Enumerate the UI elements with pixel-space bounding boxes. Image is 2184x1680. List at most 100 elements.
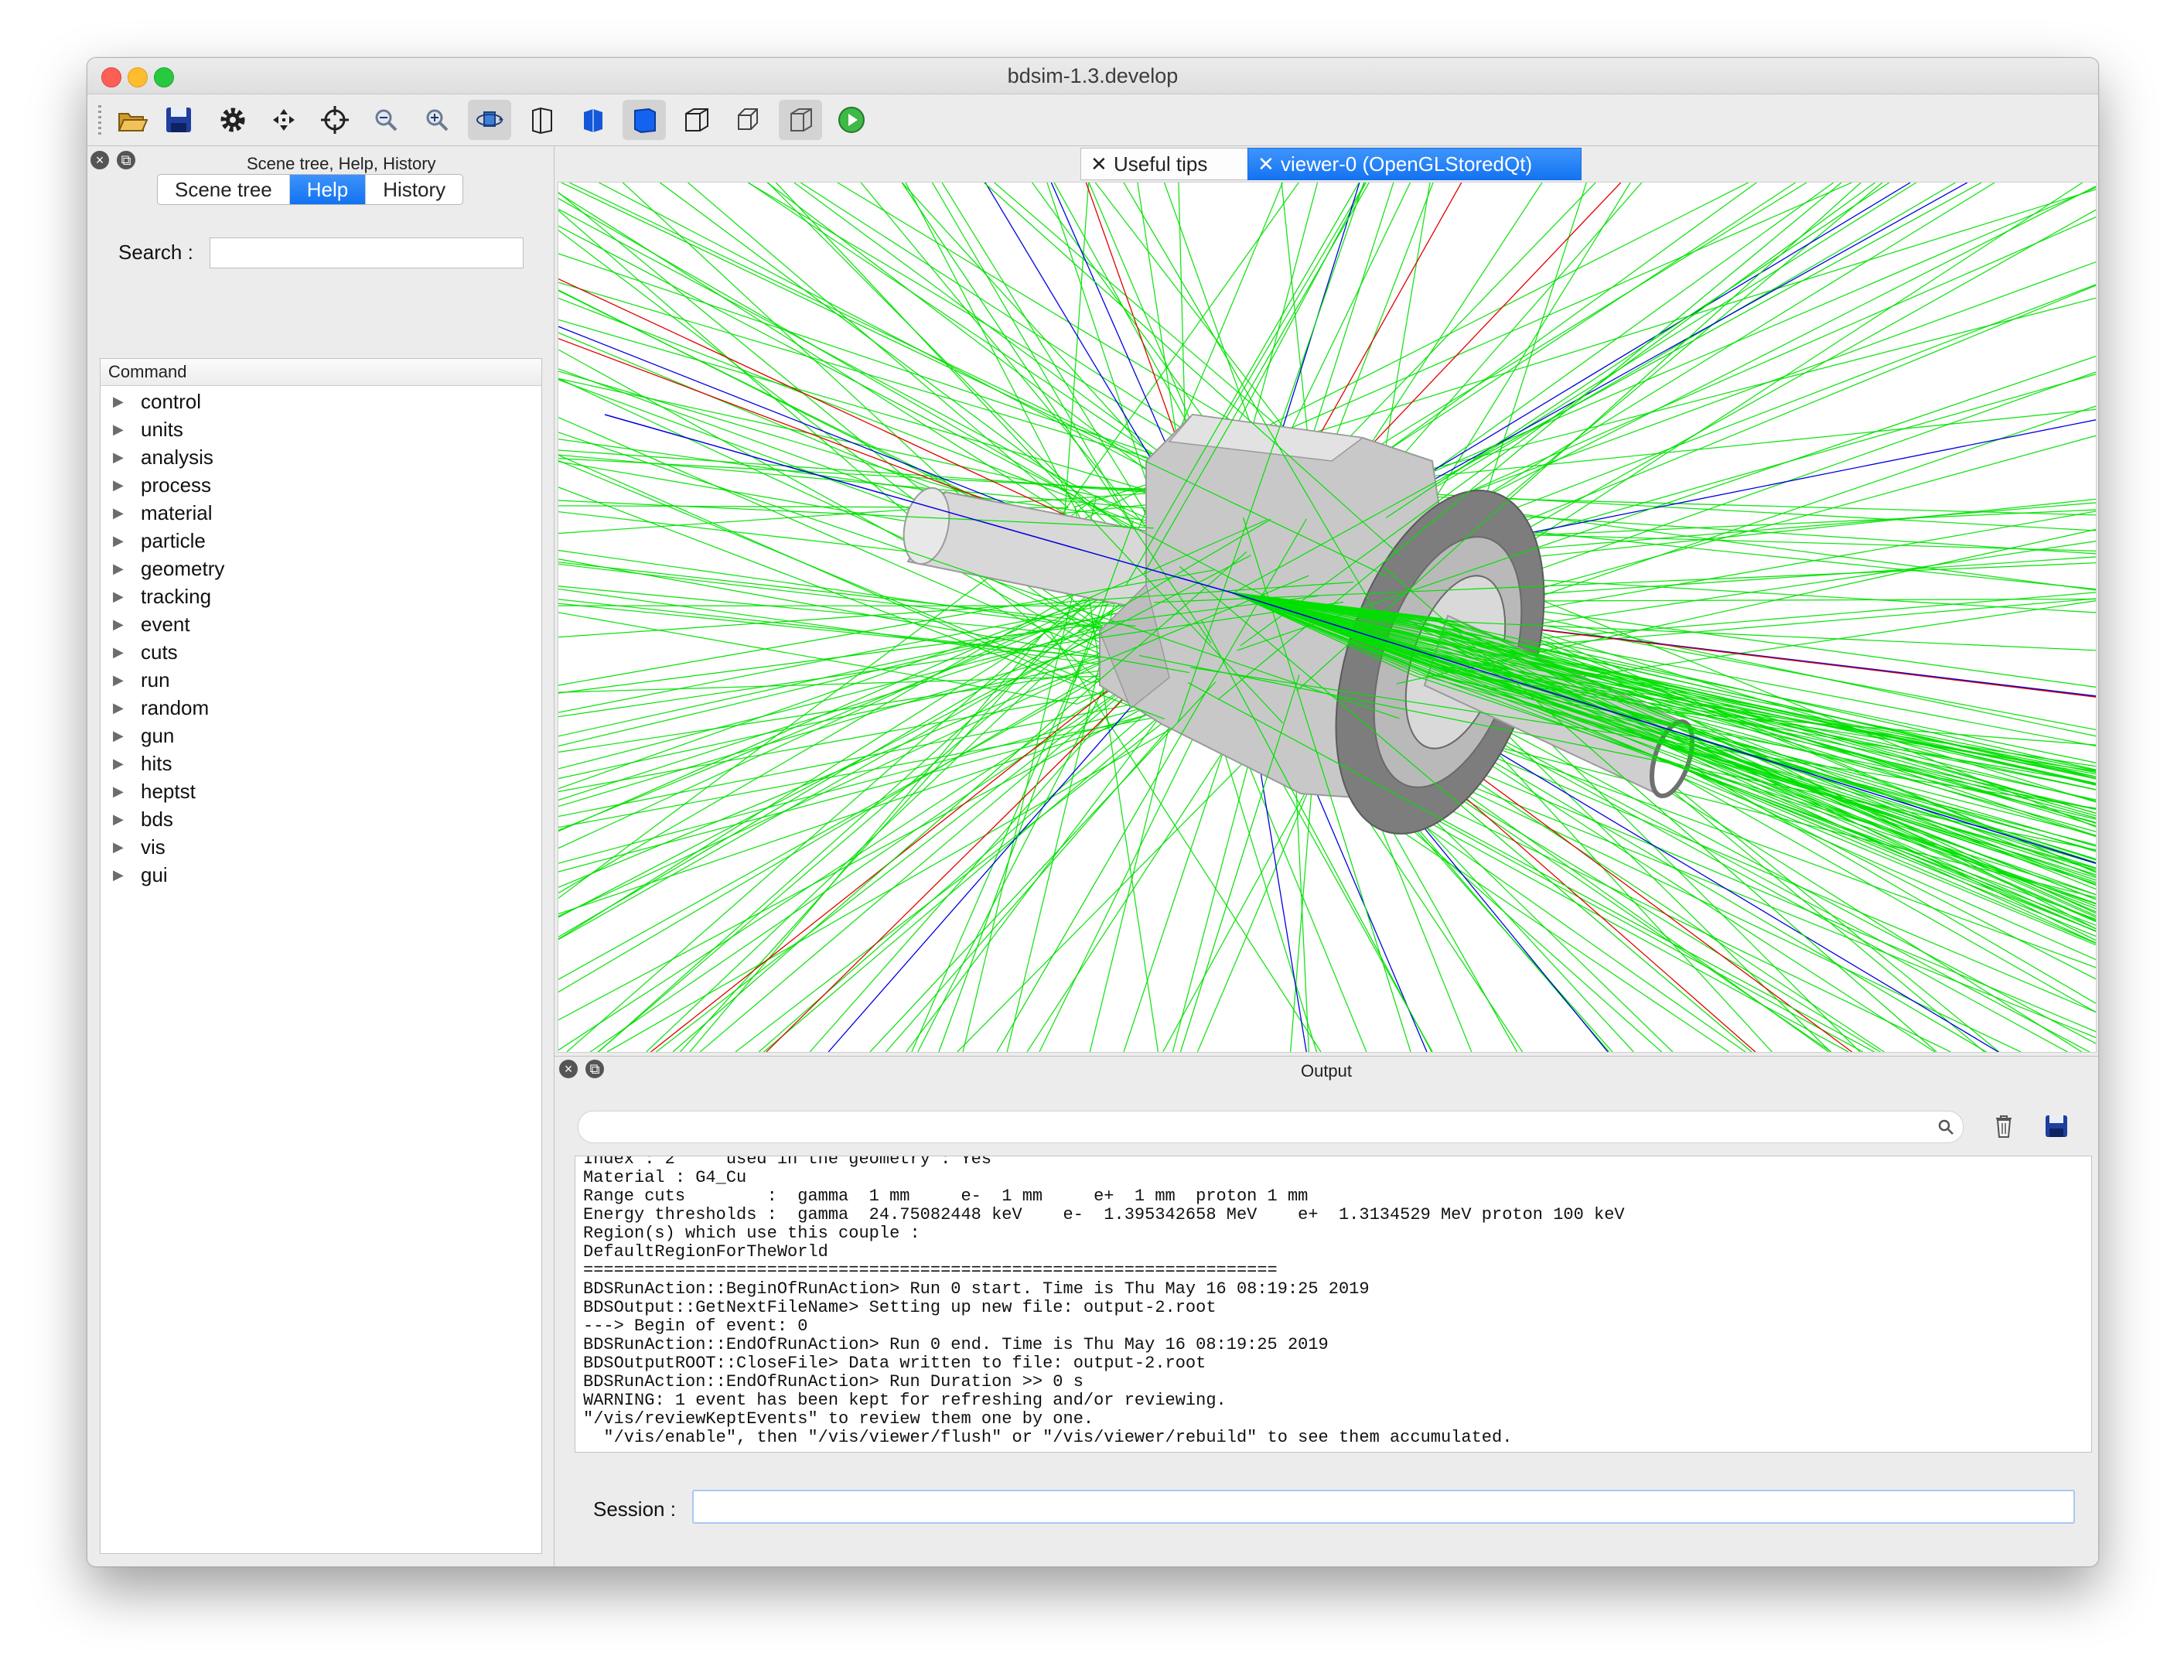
expand-arrow-icon[interactable]: ▶	[113, 388, 124, 415]
scene-tree-help-history-dock: × ⧉ Scene tree, Help, History Scene tree…	[87, 146, 555, 1566]
wireframe-icon	[532, 107, 552, 135]
settings-button[interactable]	[211, 100, 254, 140]
dock-title: Scene tree, Help, History	[247, 154, 436, 173]
tree-item-units[interactable]: ▶ units	[101, 415, 541, 443]
tree-item-geometry[interactable]: ▶ geometry	[101, 555, 541, 582]
log-line: BDSRunAction::BeginOfRunAction> Run 0 st…	[583, 1279, 1370, 1299]
search-input[interactable]	[210, 237, 524, 268]
tab-help[interactable]: Help	[289, 175, 367, 204]
tree-item-cuts[interactable]: ▶ cuts	[101, 638, 541, 666]
tab-viewer-0[interactable]: ✕ viewer-0 (OpenGLStoredQt)	[1247, 148, 1582, 180]
solid-button[interactable]	[572, 100, 615, 140]
move-button[interactable]	[262, 100, 305, 140]
toolbar	[87, 94, 2098, 146]
log-line: "/vis/enable", then "/vis/viewer/flush" …	[583, 1428, 1513, 1447]
expand-arrow-icon[interactable]: ▶	[113, 499, 124, 527]
log-line: BDSRunAction::EndOfRunAction> Run 0 end.…	[583, 1335, 1329, 1354]
gamma-track	[558, 628, 1049, 1052]
expand-arrow-icon[interactable]: ▶	[113, 638, 124, 666]
wireframe-button[interactable]	[520, 100, 564, 140]
expand-arrow-icon[interactable]: ▶	[113, 861, 124, 889]
target-button[interactable]	[313, 100, 357, 140]
gamma-track	[558, 518, 1271, 937]
gamma-track	[558, 183, 1188, 503]
clear-output-button[interactable]	[1987, 1109, 2021, 1143]
event-display-canvas[interactable]	[558, 183, 2096, 1052]
expand-arrow-icon[interactable]: ▶	[113, 527, 124, 555]
tab-history[interactable]: History	[366, 175, 462, 204]
expand-arrow-icon[interactable]: ▶	[113, 666, 124, 694]
expand-arrow-icon[interactable]: ▶	[113, 443, 124, 471]
expand-arrow-icon[interactable]: ▶	[113, 610, 124, 638]
save-icon	[166, 108, 191, 132]
log-line: DefaultRegionForTheWorld	[583, 1242, 828, 1262]
output-log[interactable]: Index : 2 used in the geometry : Yes Mat…	[575, 1156, 2092, 1453]
dock-float-icon[interactable]: ⧉	[117, 151, 135, 169]
opengl-viewer[interactable]	[558, 182, 2097, 1053]
tab-scene-tree[interactable]: Scene tree	[158, 175, 290, 204]
tree-item-analysis[interactable]: ▶ analysis	[101, 443, 541, 471]
run-button[interactable]	[830, 100, 873, 140]
gamma-track	[1296, 183, 1862, 691]
run-icon	[838, 107, 865, 133]
tree-item-hits[interactable]: ▶ hits	[101, 750, 541, 777]
rotate-button[interactable]	[468, 100, 511, 140]
tree-item-process[interactable]: ▶ process	[101, 471, 541, 499]
tree-item-material[interactable]: ▶ material	[101, 499, 541, 527]
tab-close-icon[interactable]: ✕	[1090, 149, 1107, 179]
save-output-button[interactable]	[2039, 1109, 2073, 1143]
perspective-button[interactable]	[675, 100, 718, 140]
save-button[interactable]	[157, 100, 200, 140]
output-filter-input[interactable]	[578, 1111, 1964, 1143]
expand-arrow-icon[interactable]: ▶	[113, 555, 124, 582]
expand-arrow-icon[interactable]: ▶	[113, 833, 124, 861]
tree-item-control[interactable]: ▶ control	[101, 388, 541, 415]
tree-item-run[interactable]: ▶ run	[101, 666, 541, 694]
tab-close-icon[interactable]: ✕	[1258, 149, 1275, 179]
tree-item-particle[interactable]: ▶ particle	[101, 527, 541, 555]
toolbar-grip[interactable]	[98, 105, 101, 135]
log-line: ========================================…	[583, 1261, 1278, 1280]
session-input[interactable]	[692, 1490, 2075, 1524]
zoom-in-button[interactable]	[415, 100, 459, 140]
tree-item-event[interactable]: ▶ event	[101, 610, 541, 638]
save-icon	[2046, 1115, 2067, 1137]
zoom-out-button[interactable]	[364, 100, 408, 140]
expand-arrow-icon[interactable]: ▶	[113, 694, 124, 722]
expand-arrow-icon[interactable]: ▶	[113, 415, 124, 443]
expand-arrow-icon[interactable]: ▶	[113, 471, 124, 499]
tree-item-tracking[interactable]: ▶ tracking	[101, 582, 541, 610]
hidden-line-icon	[790, 108, 812, 131]
output-title: Output	[1300, 1061, 1353, 1081]
tree-item-heptst[interactable]: ▶ heptst	[101, 777, 541, 805]
tree-item-bds[interactable]: ▶ bds	[101, 805, 541, 833]
primary-beam-track	[604, 414, 1232, 593]
settings-icon	[220, 108, 245, 132]
expand-arrow-icon[interactable]: ▶	[113, 805, 124, 833]
command-tree[interactable]: Command ▶ control ▶ units ▶ analysis ▶ proce…	[100, 358, 542, 1554]
orthographic-button[interactable]	[726, 100, 770, 140]
tree-item-vis[interactable]: ▶ vis	[101, 833, 541, 861]
viewer-tab-bar: ✕ Useful tips ✕ viewer-0 (OpenGLStoredQt)	[555, 146, 2098, 185]
log-line: BDSOutputROOT::CloseFile> Data written t…	[583, 1354, 1206, 1373]
zoom-in-icon	[426, 109, 449, 131]
solid-icon	[584, 109, 602, 132]
tree-item-gui[interactable]: ▶ gui	[101, 861, 541, 889]
expand-arrow-icon[interactable]: ▶	[113, 582, 124, 610]
open-button[interactable]	[111, 100, 154, 140]
expand-arrow-icon[interactable]: ▶	[113, 777, 124, 805]
dock-close-icon[interactable]: ×	[90, 151, 109, 169]
session-label: Session :	[593, 1497, 676, 1521]
move-icon	[273, 109, 295, 131]
log-line: Energy thresholds : gamma 24.75082448 ke…	[583, 1205, 1625, 1224]
hidden-line-button[interactable]	[779, 100, 822, 140]
expand-arrow-icon[interactable]: ▶	[113, 722, 124, 750]
log-line: "/vis/reviewKeptEvents" to review them o…	[583, 1409, 1094, 1429]
log-line: BDSRunAction::EndOfRunAction> Run Durati…	[583, 1372, 1083, 1391]
gamma-track	[558, 183, 1212, 534]
tree-item-gun[interactable]: ▶ gun	[101, 722, 541, 750]
surface-button[interactable]	[623, 100, 666, 140]
tab-useful-tips[interactable]: ✕ Useful tips	[1080, 148, 1249, 180]
expand-arrow-icon[interactable]: ▶	[113, 750, 124, 777]
tree-item-random[interactable]: ▶ random	[101, 694, 541, 722]
